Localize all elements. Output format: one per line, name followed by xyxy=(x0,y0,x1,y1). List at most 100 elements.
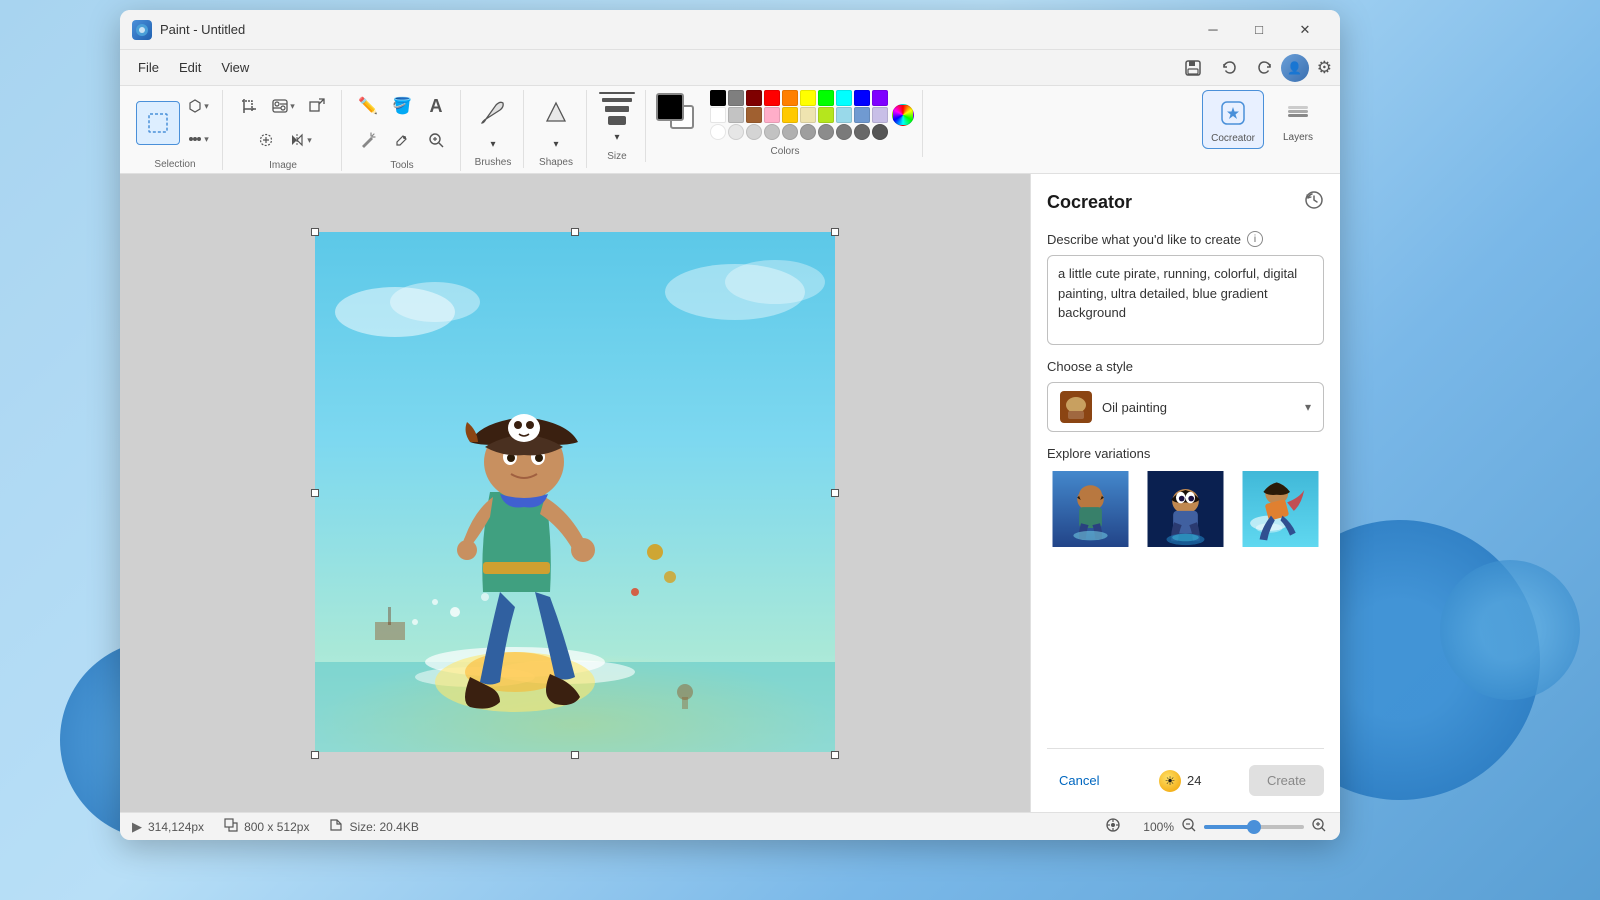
rainbow-color-picker[interactable] xyxy=(892,104,914,126)
color-steelblue[interactable] xyxy=(854,107,870,123)
color-g5[interactable] xyxy=(800,124,816,140)
menu-view[interactable]: View xyxy=(211,56,259,79)
canvas-wrapper xyxy=(315,232,835,755)
undo-button[interactable] xyxy=(1213,54,1245,82)
zoom-in-button[interactable] xyxy=(1310,818,1328,835)
color-g2[interactable] xyxy=(746,124,762,140)
variation-3[interactable] xyxy=(1237,469,1324,549)
color-cream[interactable] xyxy=(800,107,816,123)
color-g8[interactable] xyxy=(854,124,870,140)
color-g1[interactable] xyxy=(728,124,744,140)
color-lightgray[interactable] xyxy=(728,107,744,123)
menu-file[interactable]: File xyxy=(128,56,169,79)
flip-button[interactable]: ▾ xyxy=(284,124,316,156)
color-row-3 xyxy=(710,124,888,140)
maximize-button[interactable]: □ xyxy=(1236,14,1282,46)
redo-button[interactable] xyxy=(1249,54,1281,82)
create-button[interactable]: Create xyxy=(1249,765,1324,796)
adjust-button[interactable]: ▾ xyxy=(267,90,299,122)
grid-toggle[interactable] xyxy=(1103,817,1123,836)
text-button[interactable]: A xyxy=(420,90,452,122)
selection-options-button[interactable]: ▾ xyxy=(182,123,214,155)
handle-bottom-left[interactable] xyxy=(311,751,319,759)
handle-bottom-center[interactable] xyxy=(571,751,579,759)
cancel-button[interactable]: Cancel xyxy=(1047,767,1111,794)
magic-select-button[interactable] xyxy=(250,124,282,156)
settings-button[interactable]: ⚙ xyxy=(1317,58,1332,78)
color-brown[interactable] xyxy=(746,107,762,123)
color-lavender[interactable] xyxy=(872,107,888,123)
resize-button[interactable] xyxy=(301,90,333,122)
pencil-button[interactable]: ✏️ xyxy=(352,90,384,122)
menu-edit[interactable]: Edit xyxy=(169,56,211,79)
color-yellow[interactable] xyxy=(800,90,816,106)
color-orange[interactable] xyxy=(782,90,798,106)
prompt-textarea[interactable]: a little cute pirate, running, colorful,… xyxy=(1047,255,1324,345)
menu-quick-actions xyxy=(1177,54,1281,82)
shape-main-button[interactable] xyxy=(534,90,578,134)
selection-shape-button[interactable]: ▾ xyxy=(182,90,214,122)
selection-tool-button[interactable] xyxy=(136,101,180,145)
color-purple[interactable] xyxy=(872,90,888,106)
color-darkred[interactable] xyxy=(746,90,762,106)
variation-2[interactable] xyxy=(1142,469,1229,549)
color-picker-button[interactable] xyxy=(386,124,418,156)
zoom-tool-button[interactable] xyxy=(420,124,452,156)
magic-wand-button[interactable] xyxy=(352,124,384,156)
color-g6[interactable] xyxy=(818,124,834,140)
ribbon-special-tools: Cocreator Layers xyxy=(1194,90,1332,149)
color-lime[interactable] xyxy=(818,107,834,123)
active-colors xyxy=(656,93,706,137)
brush-main-button[interactable] xyxy=(471,90,515,134)
style-dropdown[interactable]: Oil painting ▾ xyxy=(1047,382,1324,432)
handle-bottom-right[interactable] xyxy=(831,751,839,759)
color-gray[interactable] xyxy=(728,90,744,106)
selection-group: ▾ ▾ Selection xyxy=(128,90,223,170)
user-avatar[interactable]: 👤 xyxy=(1281,54,1309,82)
ribbon: ▾ ▾ Selection xyxy=(120,86,1340,174)
cocreator-panel: Cocreator Describe what you'd like to cr… xyxy=(1030,174,1340,812)
crop-button[interactable] xyxy=(233,90,265,122)
color-g4[interactable] xyxy=(782,124,798,140)
cocreator-ribbon-button[interactable]: Cocreator xyxy=(1202,90,1264,149)
layers-ribbon-button[interactable]: Layers xyxy=(1272,90,1324,149)
foreground-color[interactable] xyxy=(656,93,684,121)
color-lightblue[interactable] xyxy=(836,107,852,123)
status-bar: ▶ 314,124px 800 x 512px Size: 20.4KB xyxy=(120,812,1340,840)
color-white[interactable] xyxy=(710,107,726,123)
filesize-icon xyxy=(329,818,343,835)
pirate-canvas[interactable] xyxy=(315,232,835,752)
zoom-slider[interactable] xyxy=(1204,825,1304,829)
brush-dropdown-button[interactable]: ▾ xyxy=(471,135,515,153)
color-gold[interactable] xyxy=(782,107,798,123)
zoom-control: 100% xyxy=(1143,818,1328,835)
selection-label: Selection xyxy=(154,159,195,170)
size-dropdown-button[interactable]: ▾ xyxy=(597,129,637,145)
color-blue[interactable] xyxy=(854,90,870,106)
window-title: Paint - Untitled xyxy=(160,22,1190,37)
color-red[interactable] xyxy=(764,90,780,106)
history-button[interactable] xyxy=(1304,190,1324,215)
color-w1[interactable] xyxy=(710,124,726,140)
close-button[interactable]: ✕ xyxy=(1282,14,1328,46)
size-value: Size: 20.4KB xyxy=(349,820,418,834)
prompt-info-icon[interactable]: i xyxy=(1247,231,1263,247)
color-g9[interactable] xyxy=(872,124,888,140)
canvas-area[interactable] xyxy=(120,174,1030,812)
credits-count: 24 xyxy=(1187,773,1201,788)
variation-1[interactable] xyxy=(1047,469,1134,549)
color-cyan[interactable] xyxy=(836,90,852,106)
color-black[interactable] xyxy=(710,90,726,106)
save-button[interactable] xyxy=(1177,54,1209,82)
prompt-label: Describe what you'd like to create i xyxy=(1047,231,1324,247)
zoom-out-button[interactable] xyxy=(1180,818,1198,835)
fill-button[interactable]: 🪣 xyxy=(386,90,418,122)
color-green[interactable] xyxy=(818,90,834,106)
minimize-button[interactable]: ─ xyxy=(1190,14,1236,46)
color-g3[interactable] xyxy=(764,124,780,140)
menu-right: 👤 ⚙ xyxy=(1281,54,1332,82)
shape-dropdown-button[interactable]: ▾ xyxy=(534,135,578,153)
dimensions-item: 800 x 512px xyxy=(224,818,309,835)
color-pink[interactable] xyxy=(764,107,780,123)
color-g7[interactable] xyxy=(836,124,852,140)
